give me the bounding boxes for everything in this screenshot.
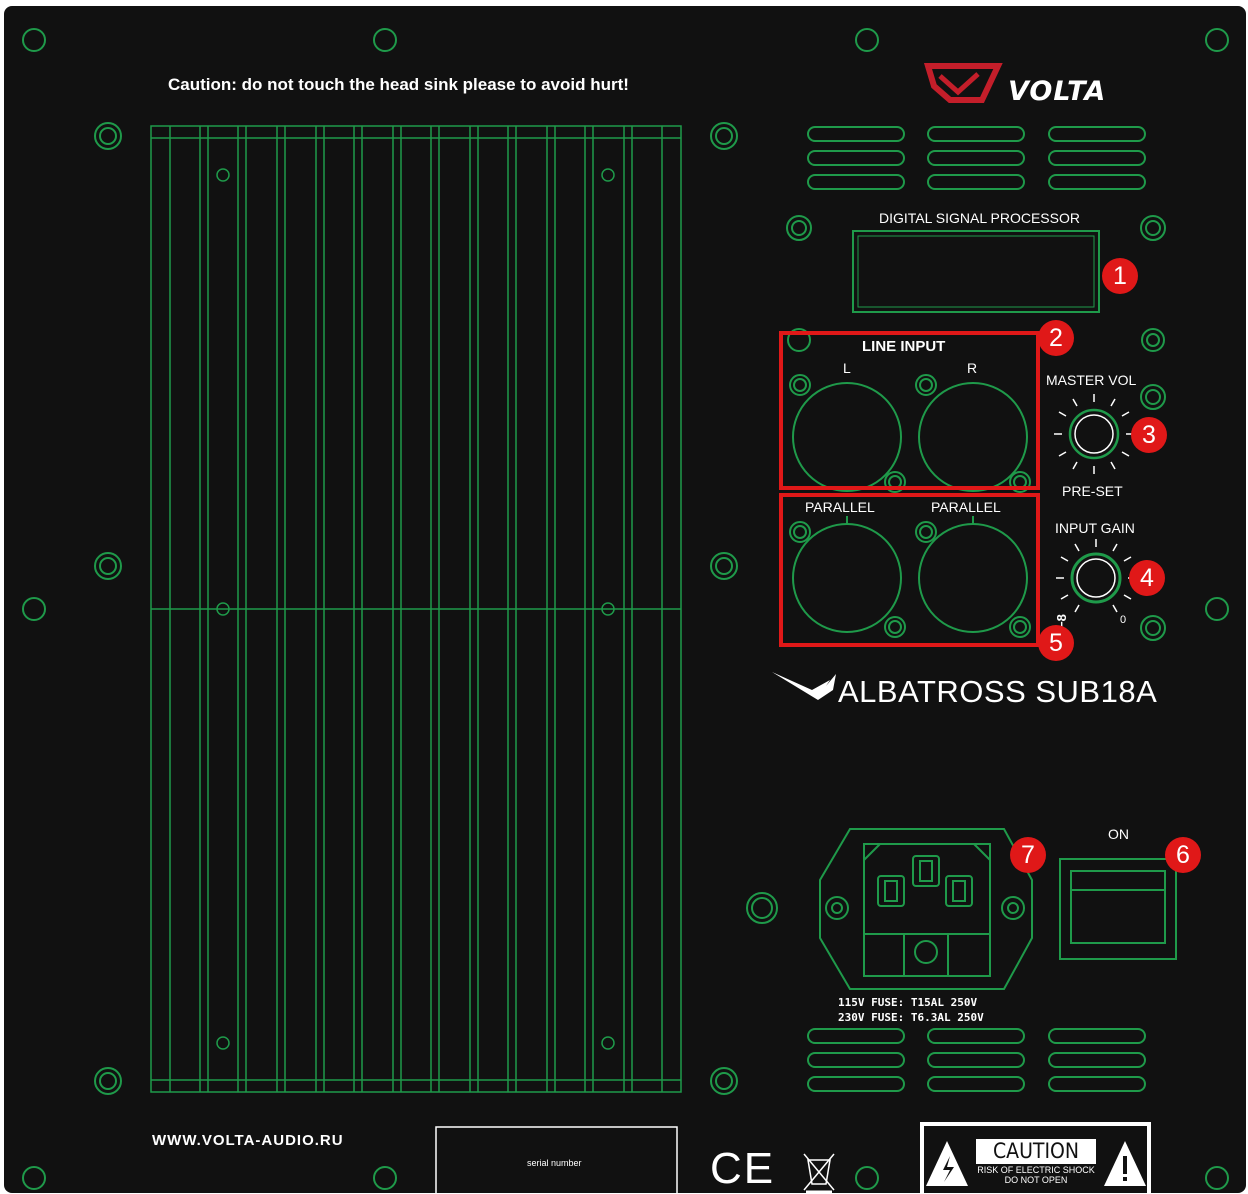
brand-logo-text: VOLTA: [1008, 76, 1107, 107]
caution-label-title: CAUTION: [976, 1139, 1096, 1164]
marker-6: 6: [1165, 837, 1201, 873]
model-name: ALBATROSS SUB18A: [838, 674, 1158, 709]
power-on-label: ON: [1108, 826, 1129, 842]
parallel-right-label: PARALLEL: [931, 499, 1001, 515]
website-url: WWW.VOLTA-AUDIO.RU: [152, 1132, 344, 1149]
marker-2: 2: [1038, 320, 1074, 356]
input-right-label: R: [967, 360, 978, 376]
input-left-label: L: [843, 360, 851, 376]
amplifier-rear-panel: Caution: do not touch the head sink plea…: [0, 0, 1248, 1193]
marker-4: 4: [1129, 560, 1165, 596]
panel-artwork: [4, 6, 1246, 1193]
marker-3: 3: [1131, 417, 1167, 453]
master-vol-label: MASTER VOL: [1046, 372, 1137, 388]
input-gain-label: INPUT GAIN: [1055, 520, 1135, 536]
caution-label-line1: RISK OF ELECTRIC SHOCK: [977, 1165, 1095, 1175]
gain-max-label: 0: [1120, 614, 1127, 626]
caution-label-line2: DO NOT OPEN: [1004, 1175, 1068, 1185]
fuse-115-label: 115V FUSE: T15AL 250V: [838, 996, 978, 1009]
ce-mark: CE: [710, 1144, 776, 1193]
serial-number-label: serial number: [527, 1158, 582, 1168]
marker-5: 5: [1038, 625, 1074, 661]
heat-sink-caution: Caution: do not touch the head sink plea…: [168, 75, 629, 94]
preset-label: PRE-SET: [1062, 483, 1123, 499]
panel-background: [4, 6, 1246, 1193]
parallel-left-label: PARALLEL: [805, 499, 875, 515]
dsp-title: DIGITAL SIGNAL PROCESSOR: [879, 210, 1080, 226]
marker-7: 7: [1010, 837, 1046, 873]
line-input-label: LINE INPUT: [862, 338, 946, 355]
fuse-230-label: 230V FUSE: T6.3AL 250V: [838, 1011, 984, 1024]
marker-1: 1: [1102, 258, 1138, 294]
